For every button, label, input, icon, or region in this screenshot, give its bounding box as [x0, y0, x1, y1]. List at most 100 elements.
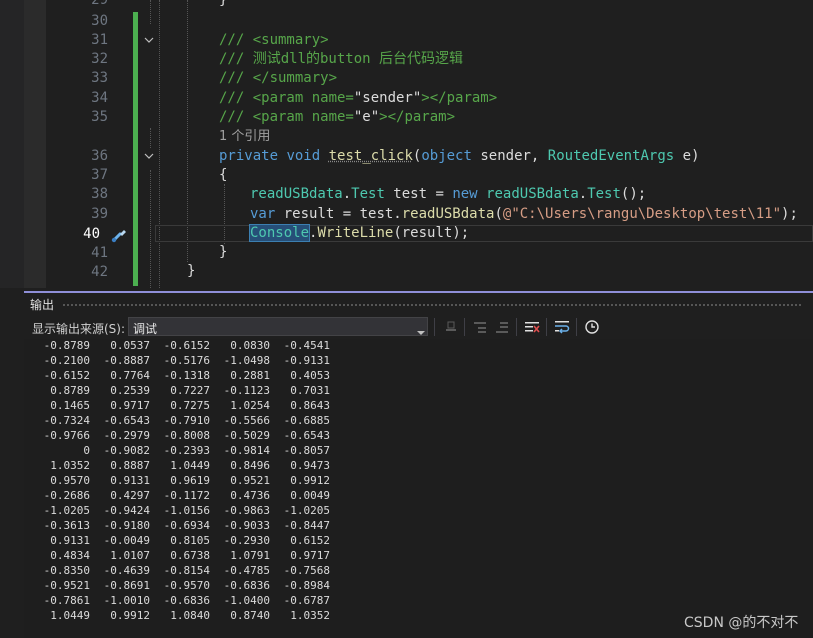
output-value: -0.4639 [103, 564, 150, 577]
line-number: 33 [91, 70, 108, 86]
output-value: -1.0205 [43, 504, 90, 517]
output-row: 0.1465 0.9717 0.7275 1.0254 0.8643 [30, 398, 330, 413]
output-text-area[interactable]: -0.8789 0.0537 -0.6152 0.0830 -0.4541 -0.2100… [24, 339, 813, 638]
code-line-34: /// <param name="sender"></param> [219, 90, 498, 106]
output-source-label: 显示输出来源(S): [32, 322, 126, 336]
symbol-highlight[interactable]: Console [248, 224, 311, 242]
output-value: 0.7275 [170, 399, 210, 412]
output-value: -1.0010 [103, 594, 150, 607]
output-value: 1.0352 [50, 459, 90, 472]
output-value: 0.6738 [170, 549, 210, 562]
output-value: 0 [83, 444, 90, 457]
side-strip [0, 0, 24, 288]
code-line-33: /// </summary> [219, 70, 338, 86]
chevron-down-icon [417, 322, 425, 335]
code-line-39: var result = test.readUSBdata(@"C:\Users… [250, 206, 798, 222]
output-value: 0.8789 [50, 384, 90, 397]
output-value: 0.4297 [110, 489, 150, 502]
output-row: 0.4834 1.0107 0.6738 1.0791 0.9717 [30, 548, 330, 563]
output-value: 0.2539 [110, 384, 150, 397]
line-number: 30 [91, 13, 108, 29]
output-value: 0.7764 [110, 369, 150, 382]
output-value: -0.9570 [163, 579, 210, 592]
code-line-36: private void test_click(object sender, R… [219, 148, 700, 164]
output-row: -0.2686 0.4297 -0.1172 0.4736 0.0049 [30, 488, 330, 503]
output-value: -0.6152 [163, 339, 210, 352]
output-value: -0.9814 [223, 444, 270, 457]
indent-guide [187, 0, 188, 262]
fold-collapse-icon[interactable] [143, 150, 155, 162]
editor-margin [24, 0, 46, 288]
line-number: 31 [91, 32, 108, 48]
line-number: 37 [91, 167, 108, 183]
output-value: 0.9570 [50, 474, 90, 487]
output-value: -0.7324 [43, 414, 90, 427]
output-value: -0.9033 [223, 519, 270, 532]
output-row: 0.9570 0.9131 0.9619 0.9521 0.9912 [30, 473, 330, 488]
output-value: -0.9180 [103, 519, 150, 532]
code-line-31: /// <summary> [219, 32, 329, 48]
output-panel-title: 输出 [30, 298, 55, 312]
code-lens-references[interactable]: 1 个引用 [219, 127, 270, 146]
timestamp-clock-icon[interactable] [582, 317, 602, 337]
output-value: 0.8496 [230, 459, 270, 472]
code-line-40: Console.WriteLine(result); [248, 224, 470, 242]
output-row: -0.7324 -0.6543 -0.7910 -0.5566 -0.6885 [30, 413, 330, 428]
code-line-41: } [219, 244, 228, 260]
code-line-29: } [219, 0, 228, 8]
output-value: -0.4785 [223, 564, 270, 577]
panel-drag-grip[interactable] [62, 303, 802, 307]
line-number: 32 [91, 51, 108, 67]
output-value: 0.0049 [290, 489, 330, 502]
output-value: 0.8643 [290, 399, 330, 412]
output-value: -0.7861 [43, 594, 90, 607]
output-value: -0.2930 [223, 534, 270, 547]
find-previous-icon[interactable] [470, 317, 490, 337]
output-value: 0.0537 [110, 339, 150, 352]
output-value: 1.0254 [230, 399, 270, 412]
output-row: -0.6152 0.7764 -0.1318 0.2881 0.4053 [30, 368, 330, 383]
output-value: 1.0449 [170, 459, 210, 472]
output-row: 1.0352 0.8887 1.0449 0.8496 0.9473 [30, 458, 330, 473]
output-value: -0.6934 [163, 519, 210, 532]
code-editor[interactable]: 29 30 31 32 33 34 35 36 37 38 39 40 41 4… [0, 0, 813, 288]
word-wrap-icon[interactable] [552, 317, 572, 337]
toolbar-separator [434, 318, 435, 336]
output-value: 0.7031 [290, 384, 330, 397]
output-value: -0.2686 [43, 489, 90, 502]
fold-collapse-icon[interactable] [143, 34, 155, 46]
output-value: 0.4053 [290, 369, 330, 382]
find-next-icon[interactable] [492, 317, 512, 337]
output-source-dropdown[interactable] [128, 317, 428, 336]
output-value: -0.0049 [103, 534, 150, 547]
output-row: -0.7861 -1.0010 -0.6836 -1.0400 -0.6787 [30, 593, 330, 608]
output-value: -0.6787 [283, 594, 330, 607]
output-value: 0.4736 [230, 489, 270, 502]
line-number: 29 [91, 0, 108, 8]
output-value: 0.9521 [230, 474, 270, 487]
output-value: 0.1465 [50, 399, 90, 412]
quick-action-brush-icon[interactable] [110, 226, 128, 244]
output-value: -0.6543 [103, 414, 150, 427]
code-line-35: /// <param name="e"></param> [219, 109, 456, 125]
output-value: -0.2393 [163, 444, 210, 457]
output-row: -0.9521 -0.8691 -0.9570 -0.6836 -0.8984 [30, 578, 330, 593]
output-value: 0.7227 [170, 384, 210, 397]
toolbar-separator [516, 318, 517, 336]
indent-guide [150, 128, 151, 148]
output-source-value: 调试 [133, 322, 158, 336]
output-value: -0.9082 [103, 444, 150, 457]
line-number: 38 [91, 186, 108, 202]
code-line-42: } [187, 263, 196, 279]
find-source-icon[interactable] [441, 317, 461, 337]
output-value: -0.9424 [103, 504, 150, 517]
clear-all-icon[interactable] [522, 317, 542, 337]
output-value: -0.8008 [163, 429, 210, 442]
output-value: -0.6836 [223, 579, 270, 592]
output-row: -0.8350 -0.4639 -0.8154 -0.4785 -0.7568 [30, 563, 330, 578]
output-value: 0.9717 [110, 399, 150, 412]
output-row: 0.8789 0.2539 0.7227 -0.1123 0.7031 [30, 383, 330, 398]
line-number: 41 [91, 245, 108, 261]
output-value: 1.0791 [230, 549, 270, 562]
output-value: -0.5029 [223, 429, 270, 442]
